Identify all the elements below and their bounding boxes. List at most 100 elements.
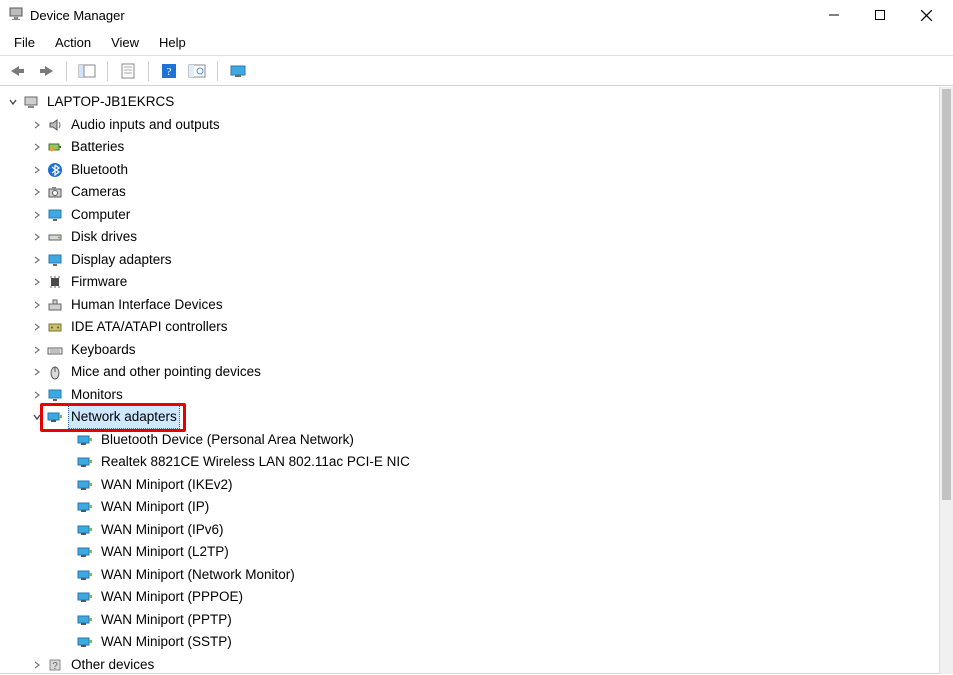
chevron-right-icon[interactable] <box>30 163 44 177</box>
device-item[interactable]: WAN Miniport (L2TP) <box>2 541 937 564</box>
network-adapter-icon <box>76 453 94 471</box>
category-label: Cameras <box>68 180 129 204</box>
network-adapter-icon <box>76 543 94 561</box>
forward-button[interactable] <box>34 59 58 83</box>
device-label: WAN Miniport (PPPOE) <box>98 585 246 609</box>
chevron-right-icon[interactable] <box>30 658 44 672</box>
device-label: WAN Miniport (IPv6) <box>98 518 227 542</box>
window-title: Device Manager <box>30 8 125 23</box>
category-label: Other devices <box>68 653 157 674</box>
category-cameras[interactable]: Cameras <box>2 181 937 204</box>
properties-button[interactable] <box>116 59 140 83</box>
close-button[interactable] <box>903 0 949 30</box>
category-other-devices[interactable]: ? Other devices <box>2 654 937 675</box>
chevron-right-icon[interactable] <box>30 275 44 289</box>
category-label: Computer <box>68 203 133 227</box>
network-adapter-icon <box>76 588 94 606</box>
menu-file[interactable]: File <box>4 32 45 53</box>
chevron-right-icon[interactable] <box>30 230 44 244</box>
devices-printers-button[interactable] <box>226 59 250 83</box>
device-item[interactable]: WAN Miniport (PPTP) <box>2 609 937 632</box>
network-adapter-icon <box>76 633 94 651</box>
category-label: Disk drives <box>68 225 140 249</box>
category-label: IDE ATA/ATAPI controllers <box>68 315 231 339</box>
category-label: Batteries <box>68 135 127 159</box>
category-keyboards[interactable]: Keyboards <box>2 339 937 362</box>
chevron-right-icon[interactable] <box>30 343 44 357</box>
device-tree[interactable]: LAPTOP-JB1EKRCS Audio inputs and outputs… <box>0 87 939 674</box>
device-label: WAN Miniport (IP) <box>98 495 212 519</box>
device-item[interactable]: WAN Miniport (SSTP) <box>2 631 937 654</box>
category-computer[interactable]: Computer <box>2 204 937 227</box>
scan-hardware-button[interactable] <box>185 59 209 83</box>
category-monitors[interactable]: Monitors <box>2 384 937 407</box>
battery-icon <box>46 138 64 156</box>
category-human-interface-devices[interactable]: Human Interface Devices <box>2 294 937 317</box>
device-label: WAN Miniport (L2TP) <box>98 540 232 564</box>
chip-icon <box>46 273 64 291</box>
device-item[interactable]: WAN Miniport (Network Monitor) <box>2 564 937 587</box>
category-label: Display adapters <box>68 248 175 272</box>
chevron-right-icon[interactable] <box>30 208 44 222</box>
category-firmware[interactable]: Firmware <box>2 271 937 294</box>
menu-help[interactable]: Help <box>149 32 196 53</box>
chevron-down-icon[interactable] <box>30 410 44 424</box>
monitor-icon <box>46 251 64 269</box>
title-bar: Device Manager <box>0 0 953 30</box>
device-label: Realtek 8821CE Wireless LAN 802.11ac PCI… <box>98 450 413 474</box>
toolbar: ? <box>0 56 953 86</box>
device-label: WAN Miniport (Network Monitor) <box>98 563 298 587</box>
chevron-right-icon[interactable] <box>30 185 44 199</box>
menu-action[interactable]: Action <box>45 32 101 53</box>
chevron-right-icon[interactable] <box>30 320 44 334</box>
chevron-right-icon[interactable] <box>30 140 44 154</box>
device-item[interactable]: WAN Miniport (PPPOE) <box>2 586 937 609</box>
category-bluetooth[interactable]: Bluetooth <box>2 159 937 182</box>
minimize-button[interactable] <box>811 0 857 30</box>
device-label: WAN Miniport (PPTP) <box>98 608 235 632</box>
back-button[interactable] <box>6 59 30 83</box>
device-item[interactable]: Bluetooth Device (Personal Area Network) <box>2 429 937 452</box>
device-item[interactable]: WAN Miniport (IKEv2) <box>2 474 937 497</box>
show-hide-tree-button[interactable] <box>75 59 99 83</box>
chevron-right-icon[interactable] <box>30 298 44 312</box>
category-mice-and-other-pointing-devices[interactable]: Mice and other pointing devices <box>2 361 937 384</box>
category-batteries[interactable]: Batteries <box>2 136 937 159</box>
tree-root[interactable]: LAPTOP-JB1EKRCS <box>2 91 937 114</box>
category-network-adapters[interactable]: Network adapters <box>2 406 937 429</box>
chevron-right-icon[interactable] <box>30 253 44 267</box>
svg-text:?: ? <box>52 661 58 672</box>
maximize-button[interactable] <box>857 0 903 30</box>
chevron-right-icon[interactable] <box>30 388 44 402</box>
help-button[interactable]: ? <box>157 59 181 83</box>
disk-icon <box>46 228 64 246</box>
device-item[interactable]: Realtek 8821CE Wireless LAN 802.11ac PCI… <box>2 451 937 474</box>
chevron-right-icon[interactable] <box>30 365 44 379</box>
device-label: WAN Miniport (IKEv2) <box>98 473 236 497</box>
tree-root-label: LAPTOP-JB1EKRCS <box>44 90 177 114</box>
menu-view[interactable]: View <box>101 32 149 53</box>
speaker-icon <box>46 116 64 134</box>
category-label: Network adapters <box>68 405 180 429</box>
network-adapter-icon <box>76 431 94 449</box>
app-icon <box>8 6 24 25</box>
device-label: Bluetooth Device (Personal Area Network) <box>98 428 357 452</box>
category-label: Bluetooth <box>68 158 131 182</box>
vertical-scrollbar[interactable] <box>939 87 953 674</box>
computer-icon <box>22 93 40 111</box>
other-devices-icon: ? <box>46 656 64 674</box>
chevron-down-icon[interactable] <box>6 95 20 109</box>
category-audio-inputs-and-outputs[interactable]: Audio inputs and outputs <box>2 114 937 137</box>
device-item[interactable]: WAN Miniport (IPv6) <box>2 519 937 542</box>
svg-text:?: ? <box>167 66 172 78</box>
category-disk-drives[interactable]: Disk drives <box>2 226 937 249</box>
network-adapter-icon <box>76 498 94 516</box>
category-ide-ata-atapi-controllers[interactable]: IDE ATA/ATAPI controllers <box>2 316 937 339</box>
category-label: Keyboards <box>68 338 139 362</box>
keyboard-icon <box>46 341 64 359</box>
network-adapter-icon <box>76 566 94 584</box>
chevron-right-icon[interactable] <box>30 118 44 132</box>
device-item[interactable]: WAN Miniport (IP) <box>2 496 937 519</box>
category-display-adapters[interactable]: Display adapters <box>2 249 937 272</box>
scrollbar-thumb[interactable] <box>942 89 951 500</box>
